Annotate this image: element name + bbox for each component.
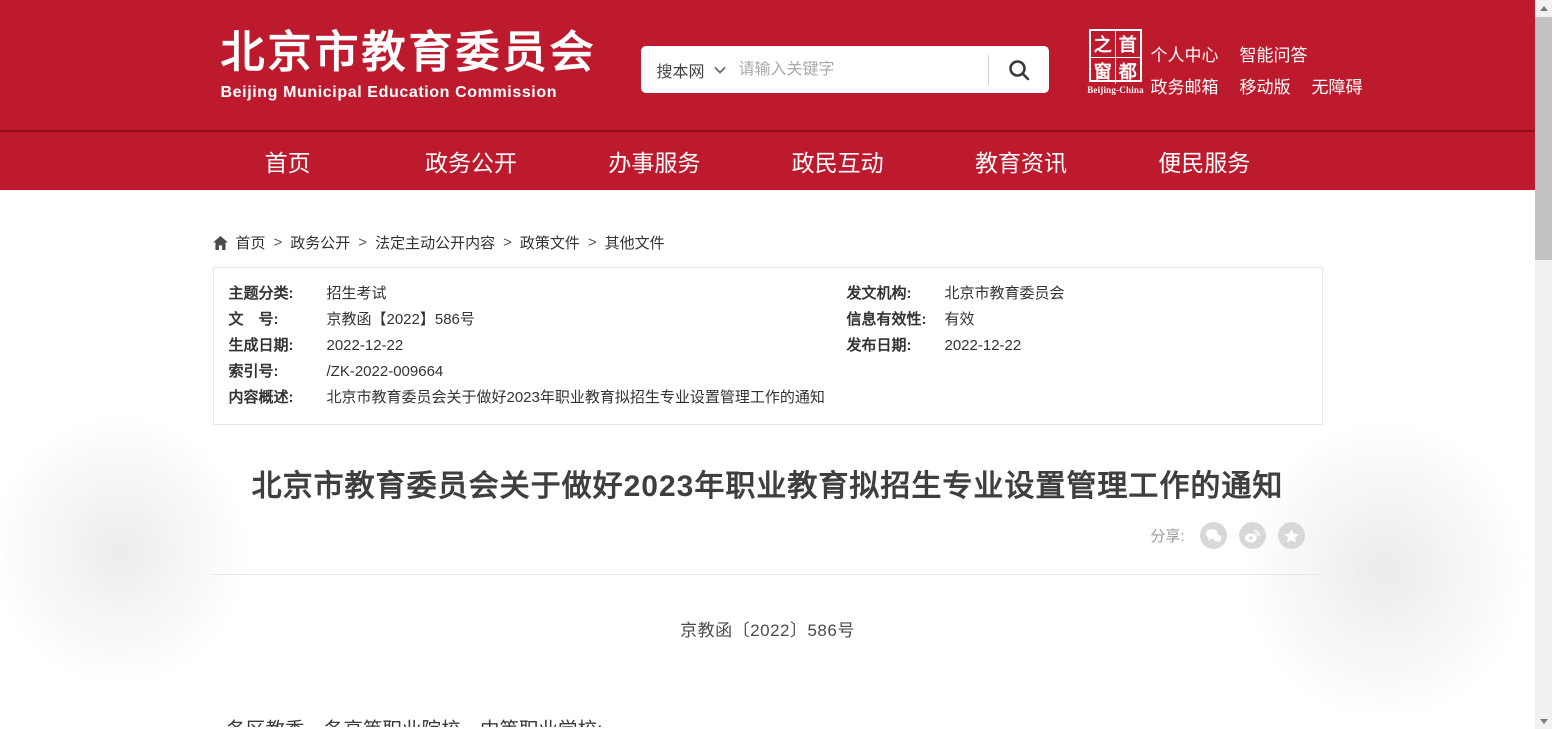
cw-char-zhi: 之 [1091, 31, 1116, 58]
meta-row-publish-date: 发布日期: 2022-12-22 [847, 333, 1307, 359]
page: 北京市教育委员会 Beijing Municipal Education Com… [0, 0, 1535, 729]
breadcrumb-policy-documents[interactable]: 政策文件 [520, 232, 580, 253]
share-label: 分享: [1150, 525, 1184, 546]
link-mobile-version[interactable]: 移动版 [1240, 77, 1291, 98]
site-name: 北京市教育委员会 [221, 30, 597, 76]
link-gov-mail[interactable]: 政务邮箱 [1151, 77, 1219, 98]
nav-item-convenience[interactable]: 便民服务 [1113, 132, 1296, 190]
content-area: 首页 > 政务公开 > 法定主动公开内容 > 政策文件 > 其他文件 主题分类:… [0, 190, 1535, 727]
wechat-share-icon[interactable] [1200, 522, 1227, 549]
scroll-down-icon [1540, 719, 1548, 724]
meta-row-index-number: 索引号: /ZK-2022-009664 [229, 359, 847, 385]
meta-row-summary: 内容概述: 北京市教育委员会关于做好2023年职业教育拟招生专业设置管理工作的通… [229, 385, 847, 411]
breadcrumb-gov-affairs[interactable]: 政务公开 [290, 232, 350, 253]
capital-window-caption: Beijing-China [1087, 85, 1145, 95]
scrollbar-thumb[interactable] [1535, 17, 1552, 260]
nav-item-home[interactable]: 首页 [196, 132, 379, 190]
meta-label-publish-date: 发布日期: [847, 333, 927, 359]
meta-label-topic: 主题分类: [229, 281, 309, 307]
meta-row-doc-number: 文 号: 京教函【2022】586号 [229, 307, 847, 333]
meta-label-issuing-agency: 发文机构: [847, 281, 927, 307]
cw-char-chuang: 窗 [1091, 58, 1116, 84]
meta-label-doc-number: 文 号: [229, 307, 309, 333]
weibo-share-icon[interactable] [1239, 522, 1266, 549]
nav-item-gov-affairs[interactable]: 政务公开 [379, 132, 562, 190]
site-header: 北京市教育委员会 Beijing Municipal Education Com… [0, 0, 1535, 130]
meta-column-right: 发文机构: 北京市教育委员会 信息有效性: 有效 发布日期: 2022-12-2… [847, 281, 1307, 411]
breadcrumb-separator: > [274, 234, 283, 251]
search-button[interactable] [989, 46, 1049, 93]
meta-label-index-number: 索引号: [229, 359, 309, 385]
cw-char-du: 都 [1116, 58, 1141, 84]
search-scope-select[interactable]: 搜本网 [641, 58, 739, 82]
meta-label-created-date: 生成日期: [229, 333, 309, 359]
vertical-scrollbar[interactable] [1535, 0, 1552, 729]
meta-column-left: 主题分类: 招生考试 文 号: 京教函【2022】586号 生成日期: 2022… [229, 281, 847, 411]
breadcrumb-statutory-disclosure[interactable]: 法定主动公开内容 [375, 232, 495, 253]
qzone-share-icon[interactable] [1278, 522, 1305, 549]
scroll-up-icon [1540, 6, 1548, 11]
site-name-english: Beijing Municipal Education Commission [221, 84, 597, 102]
meta-label-summary: 内容概述: [229, 385, 309, 411]
nav-item-edu-news[interactable]: 教育资讯 [929, 132, 1112, 190]
home-icon [213, 236, 228, 250]
meta-label-validity: 信息有效性: [847, 307, 927, 333]
capital-window-emblem: 之 首 窗 都 [1089, 29, 1142, 82]
scrollbar-down-button[interactable] [1535, 713, 1552, 729]
main-nav: 首页 政务公开 办事服务 政民互动 教育资讯 便民服务 [0, 130, 1535, 190]
meta-row-topic: 主题分类: 招生考试 [229, 281, 847, 307]
share-row: 分享: [213, 522, 1323, 549]
meta-value-topic: 招生考试 [309, 281, 387, 307]
search-icon [1007, 58, 1031, 82]
breadcrumb-separator: > [503, 234, 512, 251]
link-personal-center[interactable]: 个人中心 [1151, 45, 1219, 66]
document-meta-box: 主题分类: 招生考试 文 号: 京教函【2022】586号 生成日期: 2022… [213, 267, 1323, 425]
cw-char-shou: 首 [1116, 31, 1141, 58]
meta-row-created-date: 生成日期: 2022-12-22 [229, 333, 847, 359]
search-input[interactable] [739, 61, 988, 79]
header-quick-links: 个人中心 智能问答 政务邮箱 移动版 无障碍 [1151, 45, 1363, 109]
article-body-first-line: 各区教委、各高等职业院校、中等职业学校: [213, 718, 1323, 727]
meta-value-publish-date: 2022-12-22 [927, 333, 1022, 359]
meta-value-issuing-agency: 北京市教育委员会 [927, 281, 1065, 307]
breadcrumb-other-documents[interactable]: 其他文件 [605, 232, 665, 253]
meta-value-index-number: /ZK-2022-009664 [309, 359, 444, 385]
search-box: 搜本网 [641, 46, 1049, 93]
chevron-down-icon [714, 66, 726, 74]
meta-value-doc-number: 京教函【2022】586号 [309, 307, 475, 333]
breadcrumb-separator: > [358, 234, 367, 251]
link-accessibility[interactable]: 无障碍 [1312, 77, 1363, 98]
meta-row-validity: 信息有效性: 有效 [847, 307, 1307, 333]
breadcrumb-separator: > [588, 234, 597, 251]
search-scope-label: 搜本网 [657, 58, 705, 82]
content-divider [213, 574, 1323, 575]
link-smart-qa[interactable]: 智能问答 [1240, 45, 1308, 66]
breadcrumb: 首页 > 政务公开 > 法定主动公开内容 > 政策文件 > 其他文件 [213, 190, 1323, 253]
scrollbar-up-button[interactable] [1535, 0, 1552, 16]
meta-value-created-date: 2022-12-22 [309, 333, 404, 359]
breadcrumb-home[interactable]: 首页 [236, 232, 266, 253]
meta-value-summary: 北京市教育委员会关于做好2023年职业教育拟招生专业设置管理工作的通知 [309, 385, 825, 411]
meta-row-issuing-agency: 发文机构: 北京市教育委员会 [847, 281, 1307, 307]
meta-value-validity: 有效 [927, 307, 975, 333]
capital-window-logo[interactable]: 之 首 窗 都 Beijing-China [1087, 29, 1145, 95]
nav-item-interaction[interactable]: 政民互动 [746, 132, 929, 190]
document-number: 京教函〔2022〕586号 [213, 616, 1323, 641]
site-logo[interactable]: 北京市教育委员会 Beijing Municipal Education Com… [221, 30, 597, 102]
page-title: 北京市教育委员会关于做好2023年职业教育拟招生专业设置管理工作的通知 [213, 470, 1323, 503]
nav-item-services[interactable]: 办事服务 [563, 132, 746, 190]
